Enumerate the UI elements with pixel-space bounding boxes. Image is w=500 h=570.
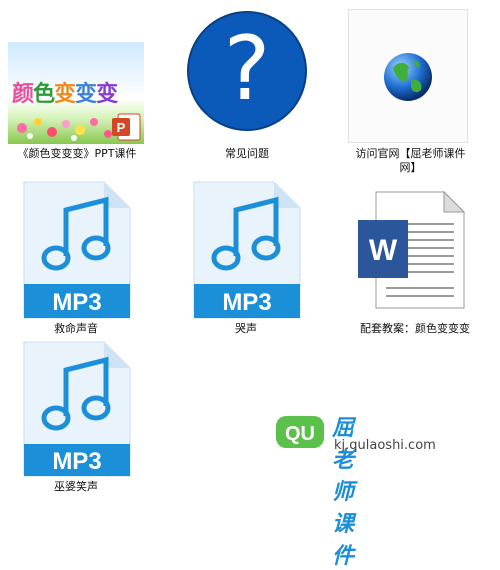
- ppt-thumbnail: 颜色变变变 P: [8, 42, 144, 144]
- globe-icon: [384, 53, 432, 101]
- file-label: 访问官网【屈老师课件网】: [355, 147, 466, 174]
- mp3-file-icon: MP3: [193, 181, 301, 319]
- powerpoint-file-icon: P: [112, 113, 141, 141]
- watermark-logo: QU: [276, 416, 324, 448]
- svg-text:P: P: [117, 120, 126, 135]
- svg-text:QU: QU: [285, 423, 315, 445]
- svg-text:MP3: MP3: [52, 448, 101, 475]
- file-label: 救命声音: [54, 322, 98, 335]
- svg-text:MP3: MP3: [52, 289, 101, 316]
- file-label: 配套教案：颜色变变变: [360, 322, 470, 335]
- word-file-icon: W: [358, 190, 466, 309]
- watermark-brand: 屈老师课件: [332, 416, 356, 569]
- file-label: 哭声: [235, 322, 257, 335]
- mp3-file-icon: MP3: [23, 181, 131, 319]
- file-label: 《颜色变变变》PPT课件: [17, 147, 137, 160]
- watermark-domain: kj.qulaoshi.com: [334, 438, 436, 453]
- mp3-file-icon: MP3: [23, 341, 131, 477]
- url-shortcut-tile: [348, 9, 468, 143]
- file-label: 巫婆笑声: [54, 480, 98, 493]
- help-icon: ?: [187, 11, 307, 131]
- svg-text:MP3: MP3: [222, 289, 271, 316]
- file-label: 常见问题: [225, 147, 269, 160]
- svg-text:W: W: [369, 234, 398, 267]
